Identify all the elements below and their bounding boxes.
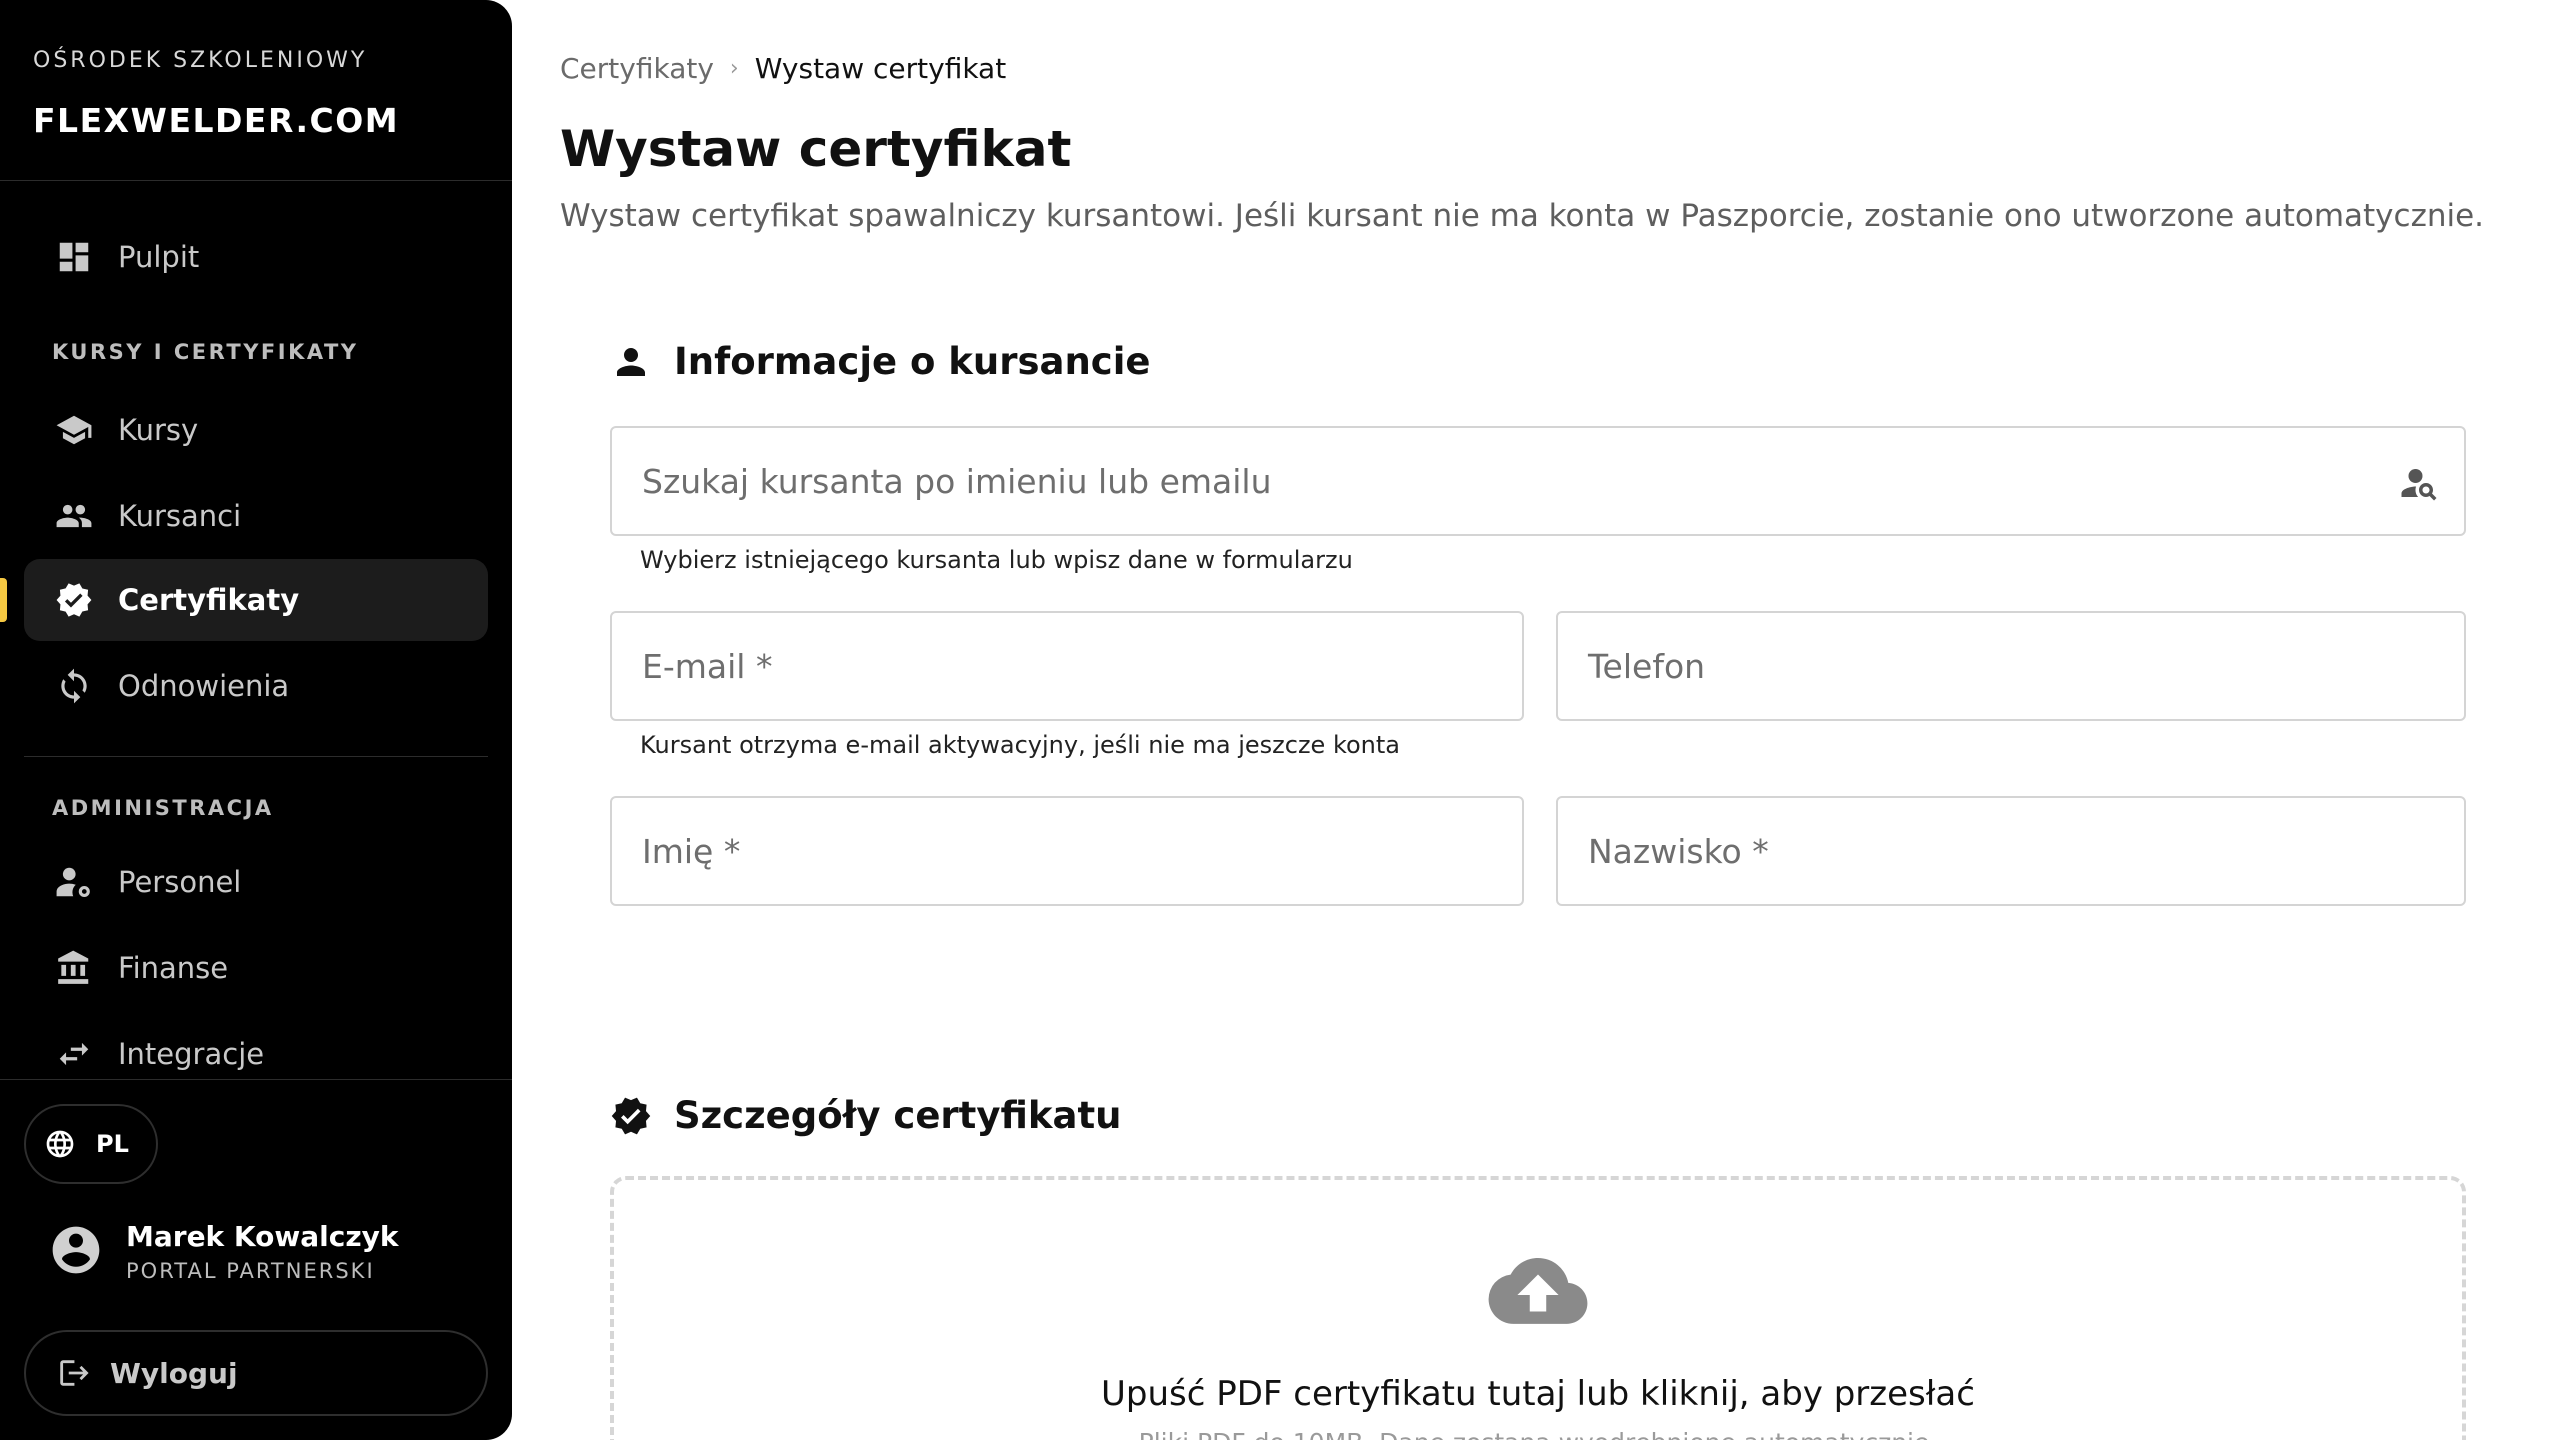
section-title: Szczegóły certyfikatu [674, 1094, 1122, 1137]
person-gear-icon [54, 862, 94, 902]
sidebar-item-label: Kursy [118, 413, 199, 447]
email-field[interactable]: E-mail * [610, 611, 1524, 721]
swap-arrows-icon [54, 1034, 94, 1074]
user-name: Marek Kowalczyk [126, 1220, 399, 1253]
breadcrumb-link-certificates[interactable]: Certyfikaty [560, 52, 714, 85]
sidebar-item-certificates[interactable]: Certyfikaty [24, 559, 488, 641]
globe-icon [46, 1130, 74, 1158]
first-name-placeholder: Imię * [642, 831, 741, 871]
sidebar-item-label: Kursanci [118, 499, 242, 533]
section-title: Informacje o kursancie [674, 340, 1151, 383]
email-placeholder: E-mail * [642, 646, 773, 686]
phone-field[interactable]: Telefon [1556, 611, 2466, 721]
language-switcher[interactable]: PL [24, 1104, 158, 1184]
person-icon [617, 347, 645, 376]
graduation-cap-icon [54, 410, 94, 450]
sidebar-item-dashboard[interactable]: Pulpit [24, 216, 488, 298]
phone-placeholder: Telefon [1588, 646, 1706, 686]
sidebar-item-students[interactable]: Kursanci [24, 475, 488, 557]
person-search-icon[interactable] [2398, 462, 2440, 512]
sidebar-item-label: Odnowienia [118, 669, 290, 703]
last-name-field[interactable]: Nazwisko * [1556, 796, 2466, 906]
section-student-info: Informacje o kursancie [610, 340, 1151, 383]
active-indicator [0, 578, 7, 622]
section-label-courses: KURSY I CERTYFIKATY [52, 340, 359, 364]
search-placeholder: Szukaj kursanta po imieniu lub emailu [642, 461, 1272, 501]
page-description: Wystaw certyfikat spawalniczy kursantowi… [560, 198, 2485, 234]
section-label-admin: ADMINISTRACJA [52, 796, 274, 820]
sidebar-item-renewals[interactable]: Odnowienia [24, 645, 488, 727]
brand: OŚRODEK SZKOLENIOWY FLEXWELDER.COM [33, 48, 399, 140]
page-title: Wystaw certyfikat [560, 120, 1072, 178]
dashboard-icon [54, 237, 94, 277]
email-helper-text: Kursant otrzyma e-mail aktywacyjny, jeśl… [640, 731, 1400, 759]
sidebar-item-courses[interactable]: Kursy [24, 389, 488, 471]
language-label: PL [96, 1130, 129, 1158]
sidebar-divider [0, 180, 512, 181]
sidebar-item-finance[interactable]: Finanse [24, 927, 488, 1009]
section-certificate-details: Szczegóły certyfikatu [610, 1094, 1122, 1137]
sidebar: OŚRODEK SZKOLENIOWY FLEXWELDER.COM Pulpi… [0, 0, 512, 1440]
dropzone-label: Upuść PDF certyfikatu tutaj lub kliknij,… [1101, 1374, 1975, 1414]
bank-icon [54, 948, 94, 988]
sidebar-item-label: Pulpit [118, 240, 200, 274]
breadcrumb-current: Wystaw certyfikat [754, 52, 1007, 85]
sidebar-item-label: Integracje [118, 1037, 265, 1071]
last-name-placeholder: Nazwisko * [1588, 831, 1769, 871]
breadcrumb: Certyfikaty › Wystaw certyfikat [560, 52, 1006, 85]
search-helper-text: Wybierz istniejącego kursanta lub wpisz … [640, 546, 1353, 574]
user-role: PORTAL PARTNERSKI [126, 1259, 375, 1283]
refresh-icon [54, 666, 94, 706]
dropzone-subtext: Pliki PDF do 10MB. Dane zostaną wyodrębn… [0, 1428, 2560, 1440]
user-profile[interactable]: Marek Kowalczyk PORTAL PARTNERSKI [48, 1220, 399, 1283]
sidebar-item-label: Personel [118, 865, 242, 899]
sidebar-divider [0, 1079, 512, 1080]
brand-logo[interactable]: FLEXWELDER.COM [33, 101, 399, 140]
first-name-field[interactable]: Imię * [610, 796, 1524, 906]
people-icon [54, 496, 94, 536]
sidebar-item-integrations[interactable]: Integracje [24, 1013, 488, 1095]
student-search-input[interactable]: Szukaj kursanta po imieniu lub emailu [610, 426, 2466, 536]
chevron-right-icon: › [729, 56, 739, 81]
cloud-upload-icon [1488, 1258, 1588, 1332]
sidebar-item-label: Certyfikaty [118, 583, 300, 617]
verified-badge-icon [611, 1097, 651, 1134]
brand-subtitle: OŚRODEK SZKOLENIOWY [33, 48, 368, 73]
sidebar-divider [24, 756, 488, 757]
sidebar-item-staff[interactable]: Personel [24, 841, 488, 923]
account-circle-icon [48, 1222, 104, 1282]
verified-badge-icon [54, 580, 94, 620]
sidebar-item-label: Finanse [118, 951, 229, 985]
